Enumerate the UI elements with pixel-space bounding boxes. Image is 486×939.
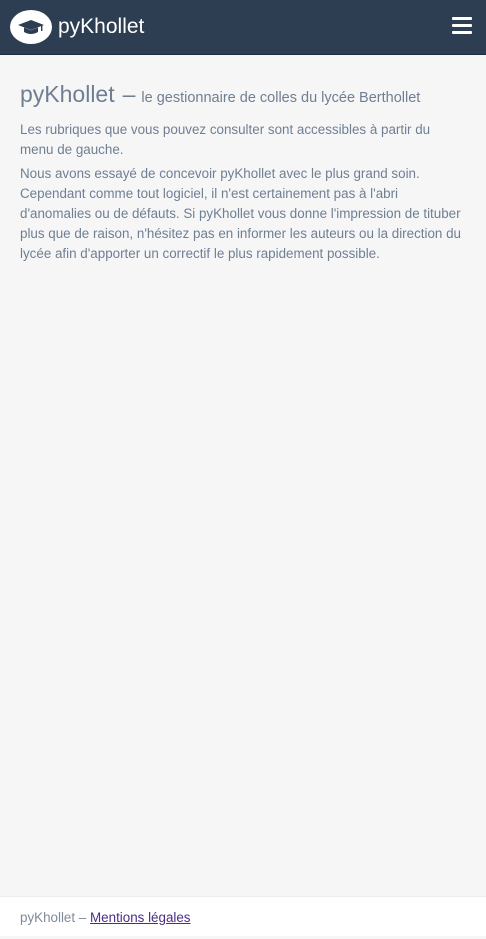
graduation-cap-icon xyxy=(10,10,52,44)
page-title: pyKhollet – le gestionnaire de colles du l… xyxy=(20,73,466,110)
legal-notice-link[interactable]: Mentions légales xyxy=(90,910,191,925)
page-subtitle: le gestionnaire de colles du lycée Berth… xyxy=(141,90,421,106)
brand-link[interactable]: pyKhollet xyxy=(10,10,144,44)
footer-app-name: pyKhollet xyxy=(20,910,76,925)
disclaimer-paragraph: Nous avons essayé de concevoir pyKhollet… xyxy=(20,166,461,261)
main-content: pyKhollet – le gestionnaire de colles du l… xyxy=(20,73,466,268)
footer-separator: – xyxy=(78,910,87,925)
page-footer: pyKhollet – Mentions légales xyxy=(0,896,486,936)
brand-name: pyKhollet xyxy=(58,15,145,38)
top-navbar: pyKhollet xyxy=(0,0,486,55)
intro-paragraph: Les rubriques que vous pouvez consulter … xyxy=(20,122,431,157)
page-title-text: pyKhollet xyxy=(20,81,115,107)
hamburger-menu-icon[interactable] xyxy=(452,17,472,35)
title-separator: – xyxy=(122,81,136,107)
